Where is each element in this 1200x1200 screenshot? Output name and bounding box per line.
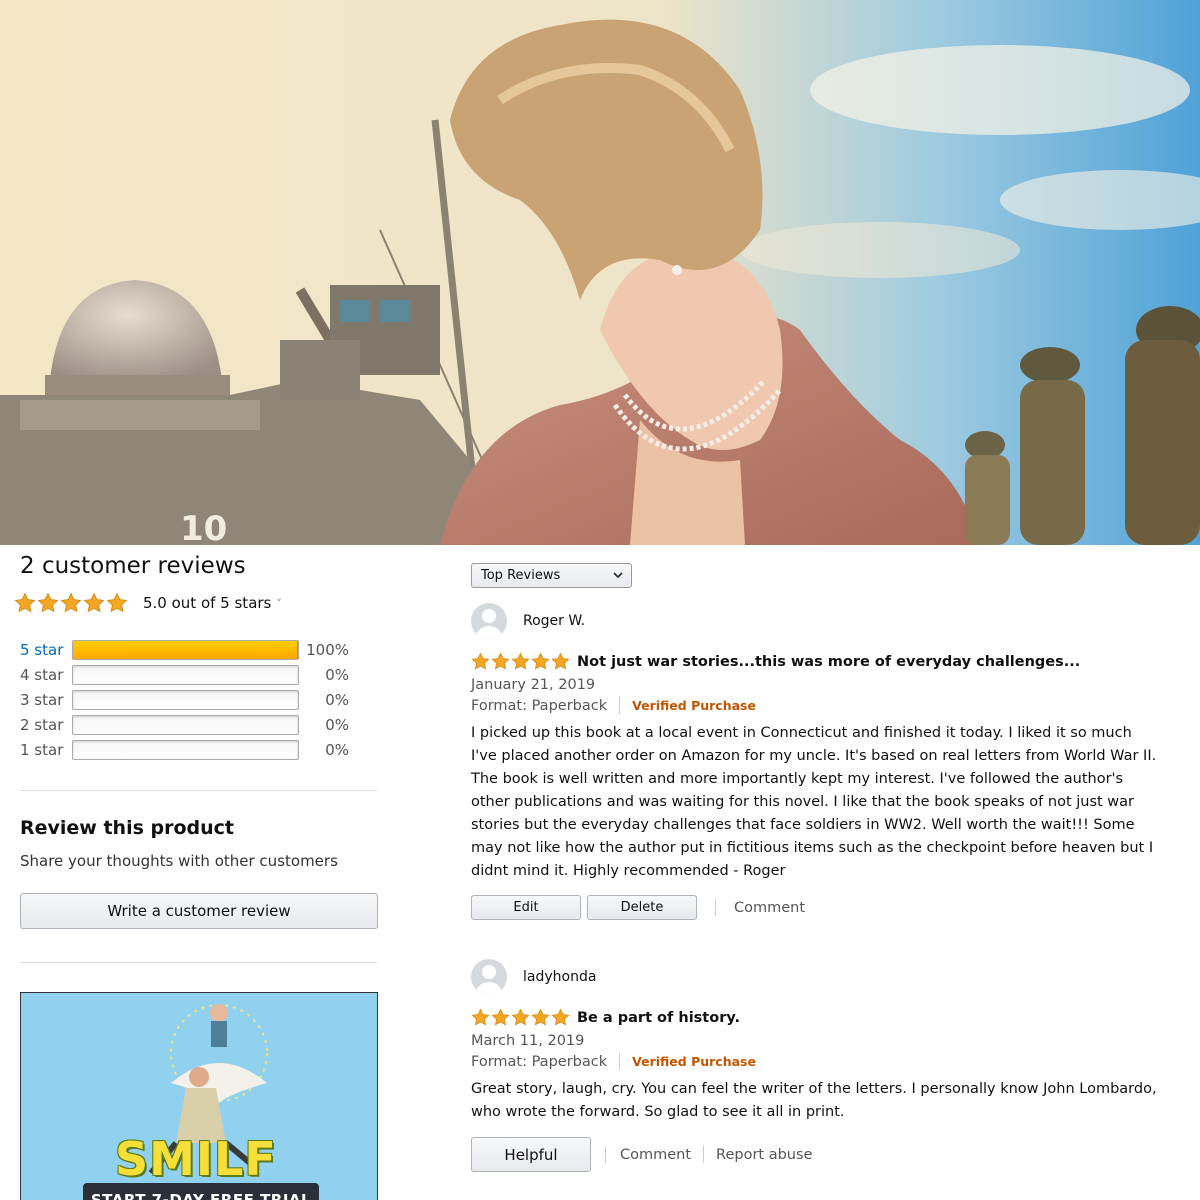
review-product-subtitle: Share your thoughts with other customers <box>20 852 338 870</box>
review-headline-row: Be a part of history. <box>471 1008 1171 1027</box>
write-review-button[interactable]: Write a customer review <box>20 893 378 929</box>
review-headline-row: Not just war stories...this was more of … <box>471 652 1171 671</box>
histogram-percent: 0% <box>325 715 349 734</box>
rating-text: 5.0 out of 5 stars <box>143 594 272 612</box>
hero-illustration: 10 <box>0 0 1200 545</box>
comment-link[interactable]: Comment <box>734 900 805 916</box>
star-icon <box>551 1008 570 1026</box>
sort-dropdown[interactable]: Top Reviews <box>471 563 632 588</box>
star-icon <box>491 1008 510 1026</box>
verified-purchase-badge: Verified Purchase <box>632 1054 756 1069</box>
star-icon <box>511 652 530 670</box>
avatar-body-shape <box>476 626 502 639</box>
histogram-label[interactable]: 5 star <box>20 641 72 659</box>
histogram-row: 3 star 0% <box>20 687 360 712</box>
reviewer-name[interactable]: ladyhonda <box>523 969 596 985</box>
review-headline[interactable]: Not just war stories...this was more of … <box>577 654 1080 670</box>
review-format[interactable]: Format: Paperback <box>471 698 607 714</box>
chevron-down-icon <box>613 572 623 579</box>
histogram-bar <box>72 689 299 710</box>
ad-cta-button[interactable]: START 7-DAY FREE TRIAL <box>83 1183 319 1200</box>
reviewer[interactable]: ladyhonda <box>471 959 1171 995</box>
star-icon <box>106 592 128 613</box>
helpful-button[interactable]: Helpful <box>471 1137 591 1172</box>
reviewer-name[interactable]: Roger W. <box>523 613 585 629</box>
histogram-label: 2 star <box>20 715 64 734</box>
histogram-bar <box>72 739 299 760</box>
star-icon <box>531 1008 550 1026</box>
review-date: January 21, 2019 <box>471 677 596 693</box>
review-item: Roger W. Not just war stories...this was… <box>471 603 1171 883</box>
histogram-percent: 0% <box>325 690 349 709</box>
review-product-title: Review this product <box>20 817 235 839</box>
histogram-percent: 0% <box>325 740 349 759</box>
star-icon <box>83 592 105 613</box>
rating-histogram: 5 star 100% 4 star 0% 3 star 0% 2 star 0… <box>20 637 360 762</box>
histogram-label: 4 star <box>20 665 64 684</box>
chevron-down-icon: ˅ <box>276 596 282 610</box>
star-icon <box>491 652 510 670</box>
star-icon <box>60 592 82 613</box>
histogram-percent: 100% <box>306 640 349 659</box>
format-row: Format: Paperback Verified Purchase <box>471 1053 1171 1070</box>
rating-summary[interactable]: 5.0 out of 5 stars ˅ <box>14 592 282 614</box>
histogram-bar[interactable] <box>72 639 299 660</box>
review-body: I picked up this book at a local event i… <box>471 725 1157 879</box>
separator <box>619 697 621 714</box>
edit-button[interactable]: Edit <box>471 895 581 920</box>
comment-link[interactable]: Comment <box>620 1147 691 1163</box>
histogram-row: 4 star 0% <box>20 662 360 687</box>
avatar <box>471 603 507 639</box>
advertisement[interactable]: SMILF START 7-DAY FREE TRIAL <box>20 992 378 1200</box>
avatar-head-shape <box>482 965 496 979</box>
histogram-row[interactable]: 5 star 100% <box>20 637 360 662</box>
review-stars <box>471 1008 571 1027</box>
star-icon <box>471 652 490 670</box>
reviewer[interactable]: Roger W. <box>471 603 1171 639</box>
review-format[interactable]: Format: Paperback <box>471 1054 607 1070</box>
star-icon <box>37 592 59 613</box>
review-item: ladyhonda Be a part of history. March 11… <box>471 959 1171 1124</box>
star-icon <box>551 652 570 670</box>
histogram-label: 3 star <box>20 690 64 709</box>
review-body: Great story, laugh, cry. You can feel th… <box>471 1081 1157 1120</box>
divider <box>20 790 377 791</box>
separator <box>619 1053 621 1070</box>
hero-image: 10 <box>0 0 1200 545</box>
histogram-bar <box>72 664 299 685</box>
star-icon <box>531 652 550 670</box>
divider <box>20 962 377 963</box>
histogram-bar <box>72 714 299 735</box>
delete-button[interactable]: Delete <box>587 895 697 920</box>
sort-selected: Top Reviews <box>481 568 561 583</box>
histogram-percent: 0% <box>325 665 349 684</box>
histogram-row: 2 star 0% <box>20 712 360 737</box>
review-actions: Helpful Comment Report abuse <box>471 1137 812 1172</box>
verified-purchase-badge: Verified Purchase <box>632 698 756 713</box>
ship-number: 10 <box>180 509 227 545</box>
review-actions: Edit Delete Comment <box>471 895 805 920</box>
star-icon <box>14 592 36 613</box>
star-icon <box>471 1008 490 1026</box>
review-stars <box>471 652 571 671</box>
avatar <box>471 959 507 995</box>
separator <box>715 899 716 916</box>
avatar-body-shape <box>476 982 502 995</box>
histogram-label: 1 star <box>20 740 64 759</box>
ad-brand-logo: SMILF <box>115 1132 277 1186</box>
separator <box>703 1146 705 1163</box>
report-abuse-link[interactable]: Report abuse <box>716 1147 812 1163</box>
histogram-fill <box>73 640 298 659</box>
avatar-head-shape <box>482 609 496 623</box>
review-headline[interactable]: Be a part of history. <box>577 1010 740 1026</box>
review-date: March 11, 2019 <box>471 1033 585 1049</box>
star-icon <box>511 1008 530 1026</box>
reviews-count-title: 2 customer reviews <box>20 553 246 579</box>
separator <box>605 1146 606 1163</box>
summary-stars <box>14 592 129 614</box>
format-row: Format: Paperback Verified Purchase <box>471 697 1171 714</box>
histogram-row: 1 star 0% <box>20 737 360 762</box>
